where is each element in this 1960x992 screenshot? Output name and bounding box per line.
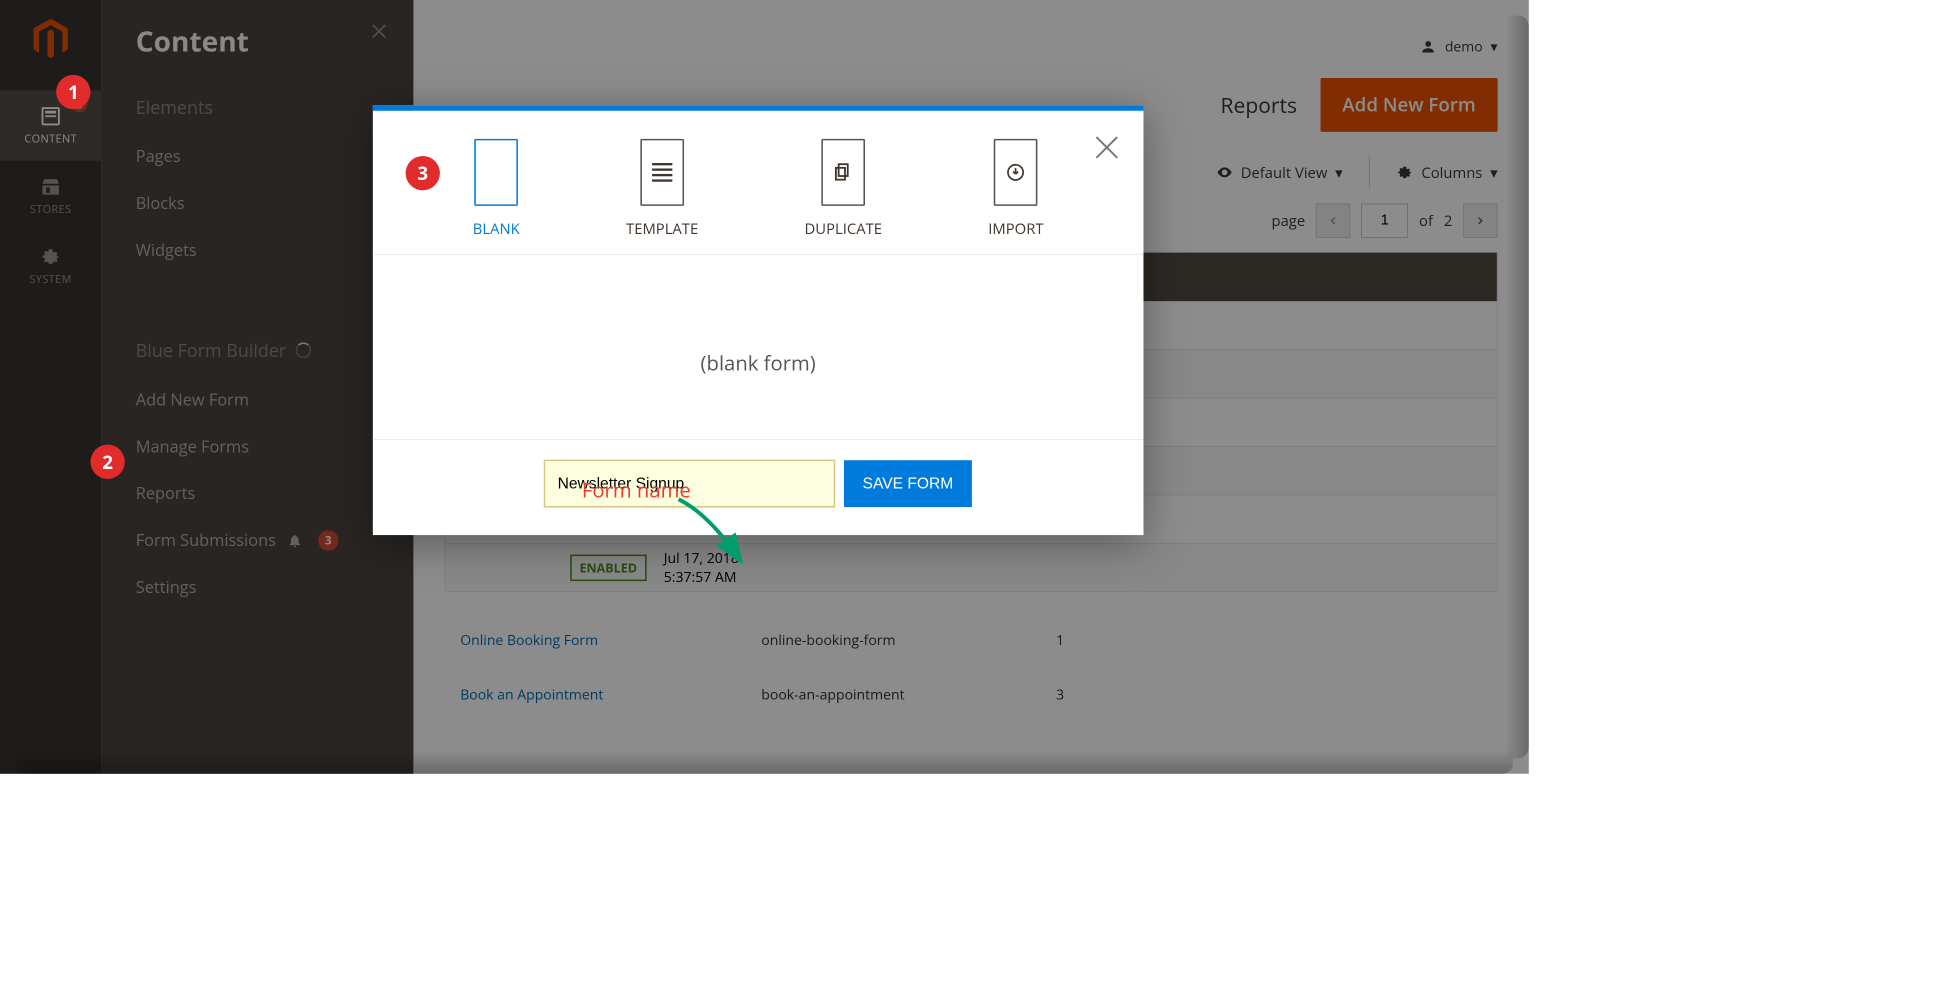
tab-template[interactable]: TEMPLATE [626,139,698,239]
tab-label: BLANK [473,218,520,238]
tab-label: DUPLICATE [805,218,882,238]
modal-tabs: BLANK TEMPLATE DUPLICATE IMPORT [373,111,1144,255]
modal-close-button[interactable] [1087,128,1126,167]
tab-blank[interactable]: BLANK [473,139,520,239]
annotation-badge-1: 1 [56,75,90,109]
save-form-button[interactable]: SAVE FORM [844,460,972,507]
annotation-arrow [671,491,780,585]
tab-label: TEMPLATE [626,218,698,238]
tab-duplicate[interactable]: DUPLICATE [805,139,882,239]
template-icon [640,139,684,206]
duplicate-icon [821,139,865,206]
new-form-modal: BLANK TEMPLATE DUPLICATE IMPORT [373,105,1144,535]
tab-import[interactable]: IMPORT [988,139,1043,239]
import-icon [994,139,1038,206]
annotation-badge-3: 3 [406,156,440,190]
tab-label: IMPORT [988,218,1043,238]
blank-icon [474,139,518,206]
modal-body-text: (blank form) [373,255,1144,439]
annotation-badge-2: 2 [90,445,124,479]
